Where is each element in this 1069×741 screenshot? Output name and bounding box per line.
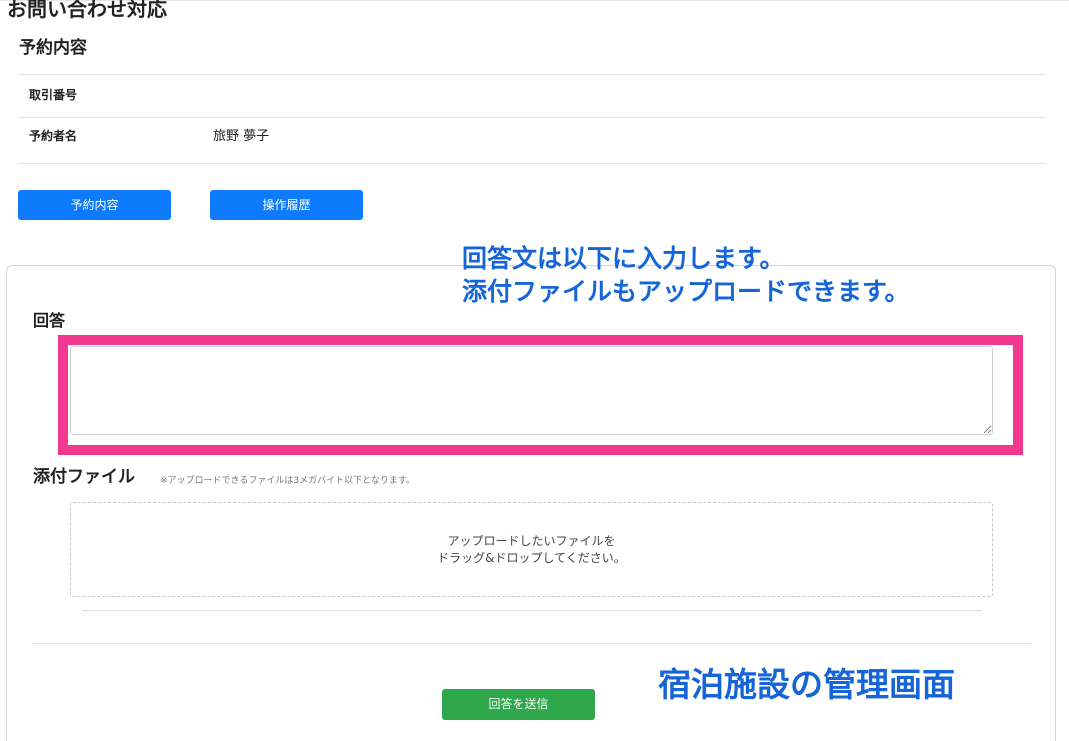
dropzone-text: アップロードしたいファイルを ドラッグ&ドロップしてください。 [71, 533, 992, 567]
reserver-name-value: 旅野 夢子 [213, 129, 270, 144]
row-divider [18, 74, 1046, 75]
divider [82, 610, 982, 611]
row-divider [18, 117, 1046, 118]
reserver-name-label: 予約者名 [29, 129, 78, 143]
row-divider [18, 163, 1046, 164]
dropzone-line-2: ドラッグ&ドロップしてください。 [437, 551, 626, 565]
page-title: お問い合わせ対応 [7, 0, 167, 21]
annotation-callout: 回答文は以下に入力します。 添付ファイルもアップロードできます。 [462, 242, 910, 308]
attachment-size-note: ※アップロードできるファイルは3メガバイト以下となります。 [160, 476, 415, 486]
attachment-label: 添付ファイル [33, 467, 135, 487]
callout-line-2: 添付ファイルもアップロードできます。 [462, 277, 910, 306]
reservation-details-button[interactable]: 予約内容 [18, 190, 171, 220]
operation-history-button[interactable]: 操作履歴 [210, 190, 363, 220]
file-dropzone[interactable]: アップロードしたいファイルを ドラッグ&ドロップしてください。 [70, 502, 993, 597]
answer-label: 回答 [33, 311, 66, 330]
dropzone-line-1: アップロードしたいファイルを [447, 534, 616, 548]
callout-line-1: 回答文は以下に入力します。 [462, 244, 785, 273]
reservation-section-title: 予約内容 [19, 38, 87, 58]
transaction-number-label: 取引番号 [29, 88, 78, 102]
submit-answer-button[interactable]: 回答を送信 [442, 689, 595, 720]
inquiry-response-page: お問い合わせ対応 予約内容 取引番号 予約者名 旅野 夢子 予約内容 操作履歴 … [0, 0, 1069, 741]
screen-caption: 宿泊施設の管理画面 [658, 665, 955, 704]
divider [33, 643, 1031, 644]
answer-textarea[interactable] [70, 346, 993, 435]
